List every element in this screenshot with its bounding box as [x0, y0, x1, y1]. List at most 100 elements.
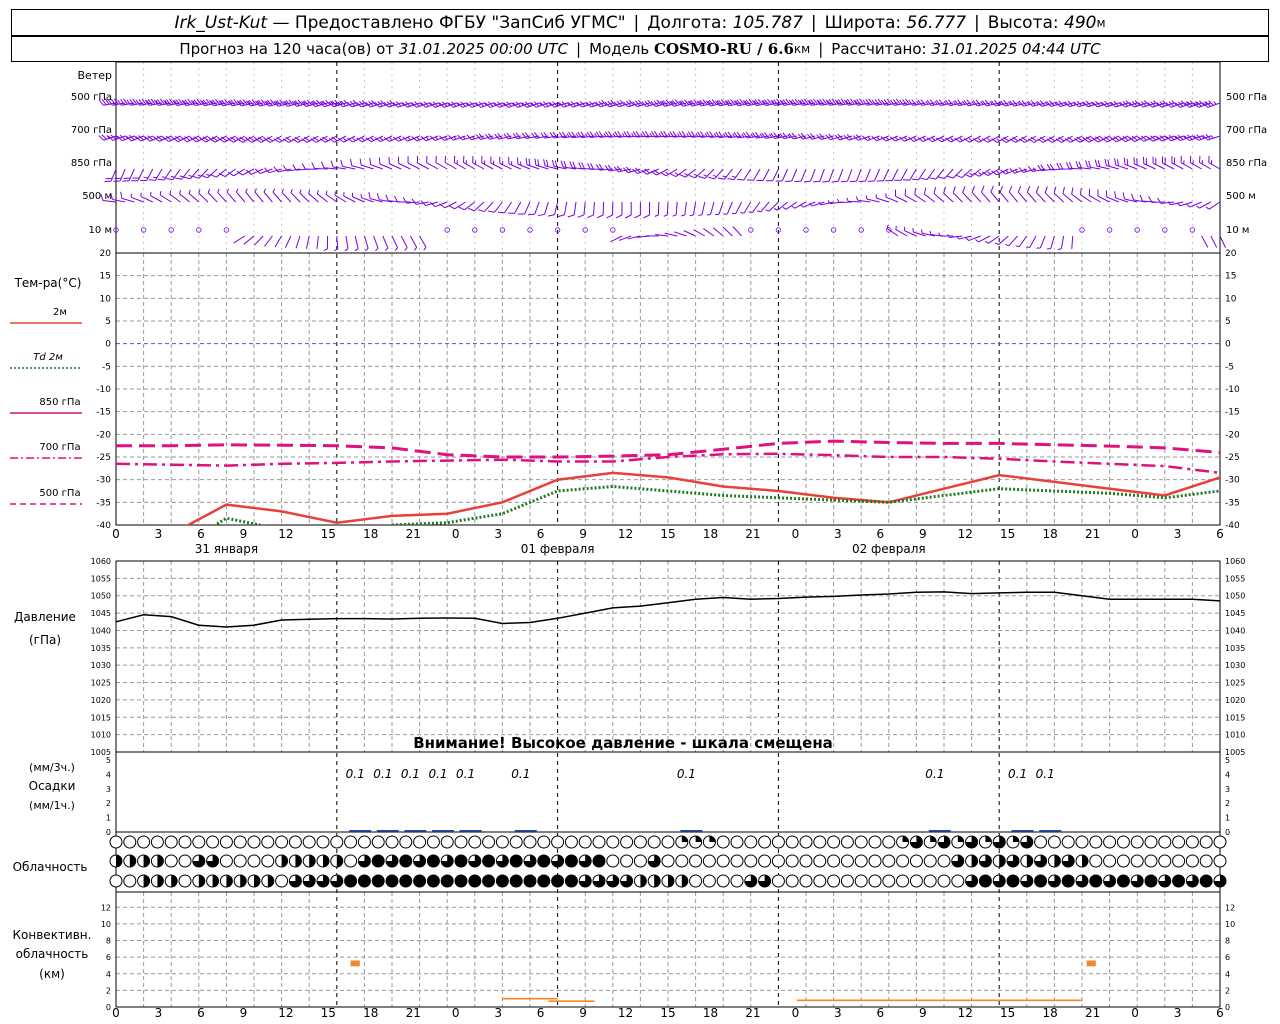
wind-barb-staff	[233, 235, 246, 244]
wind-barb	[1064, 100, 1083, 108]
precip-value-label: 0.1	[401, 767, 420, 781]
cloud-cover-symbol	[882, 854, 896, 868]
wind-barb-feather	[1114, 158, 1117, 166]
cloud-cover-symbol	[1158, 854, 1172, 868]
wind-barb-half	[756, 210, 761, 213]
cloud-cover-symbol	[1172, 835, 1186, 849]
wind-barb-staff	[188, 192, 200, 203]
precip-bar	[928, 830, 951, 832]
pressure-tick-left: 1045	[91, 609, 111, 618]
wind-barb-half	[1167, 201, 1171, 205]
wind-barb-staff	[1162, 162, 1175, 170]
wind-barb-half	[920, 229, 923, 234]
pressure-title: Давление	[14, 610, 76, 624]
cloud-cover-symbol	[592, 854, 606, 868]
wind-barb-half	[150, 191, 152, 196]
wind-barb	[150, 191, 163, 203]
wind-level-left: 700 гПа	[71, 125, 112, 136]
wind-barb	[320, 161, 337, 170]
wind-barb	[885, 193, 899, 203]
wind-barb-feather	[876, 180, 884, 182]
wind-barb	[975, 235, 991, 243]
hour-tick-label: 6	[876, 1006, 884, 1020]
wind-barb-staff	[573, 201, 577, 215]
wind-barb	[419, 235, 427, 251]
pressure-tick-left: 1015	[91, 713, 111, 722]
cloud-cover-symbol	[164, 835, 178, 849]
wind-barb-half	[681, 214, 686, 217]
hour-tick-label: 12	[958, 1006, 973, 1020]
precip-tick-right: 1	[1225, 814, 1230, 823]
wind-barb	[926, 99, 945, 106]
wind-barb-staff	[1219, 235, 1227, 248]
wind-barb	[797, 132, 816, 140]
legend-label: Td 2м	[33, 352, 63, 363]
hour-tick-label: 21	[1085, 1006, 1100, 1020]
wind-barb-staff	[391, 235, 399, 248]
wind-barb	[416, 156, 430, 170]
wind-barb	[116, 134, 135, 142]
wind-barb-half	[912, 228, 914, 232]
cloud-cover-symbol	[344, 854, 358, 868]
wind-barb-feather	[481, 156, 483, 163]
cloud-cover-symbols	[109, 835, 1227, 888]
wind-barb-staff	[146, 168, 154, 181]
hour-tick-label: 18	[703, 527, 718, 541]
hour-tick-label: 3	[1174, 1006, 1182, 1020]
cloud-cover-symbol	[109, 874, 123, 888]
wind-barb-half	[987, 138, 991, 142]
wind-barb	[994, 235, 1009, 246]
wind-barb-staff	[988, 235, 1000, 244]
wind-barb-feather	[527, 213, 535, 216]
wind-barb-staff	[1008, 235, 1018, 246]
pressure-tick-right: 1040	[1225, 626, 1245, 635]
wind-barb-staff	[856, 168, 862, 182]
wind-barb-half	[1205, 206, 1210, 210]
wind-barb-staff	[1035, 192, 1046, 203]
wind-barb-staff	[363, 235, 369, 249]
cloud-cover-symbol	[785, 835, 799, 849]
wind-barb-feather	[560, 160, 564, 168]
wind-barb	[1005, 235, 1018, 247]
wind-barb	[226, 188, 236, 203]
cloud-title: Облачность	[13, 860, 88, 874]
hour-tick-label: 0	[112, 1006, 120, 1020]
wind-barb	[964, 168, 982, 178]
wind-barb-staff	[882, 168, 890, 182]
precip-tick-left: 0	[106, 828, 111, 837]
cloud-cover-fill	[212, 875, 219, 887]
pressure-tick-left: 1030	[91, 661, 111, 670]
cloud-cover-symbol	[178, 835, 192, 849]
precip-value-label: 0.1	[1008, 767, 1027, 781]
wind-barb-feather	[911, 178, 919, 181]
cloud-cover-symbol	[482, 854, 496, 868]
wind-barb-half	[379, 137, 384, 141]
pressure-tick-right: 1050	[1225, 592, 1245, 601]
cloud-cover-symbol	[233, 835, 247, 849]
wind-barb	[383, 100, 402, 108]
hour-tick-label: 9	[240, 1006, 248, 1020]
temp-tick-right: 15	[1225, 272, 1236, 282]
wind-barb	[1018, 100, 1037, 107]
wind-barb-feather	[438, 135, 445, 141]
wind-barb-staff	[1029, 235, 1037, 248]
wind-barb	[567, 201, 577, 218]
pressure-tick-left: 1055	[91, 574, 111, 583]
wind-barb	[1138, 100, 1156, 108]
cloud-cover-symbol	[937, 854, 951, 868]
cloud-cover-symbol	[385, 835, 399, 849]
cloud-cover-symbol	[233, 854, 247, 868]
wind-barb-half	[715, 213, 720, 216]
wind-barb-staff	[701, 201, 706, 215]
cloud-cover-symbol	[371, 835, 385, 849]
cloud-cover-symbol	[716, 835, 730, 849]
temp-tick-left: -15	[96, 408, 111, 418]
wind-barb	[264, 235, 273, 247]
wind-level-right: 700 гПа	[1226, 125, 1267, 136]
wind-barb-staff	[245, 191, 255, 203]
wind-barb-feather	[1139, 194, 1144, 202]
cloud-cover-symbol	[744, 854, 758, 868]
cloud-cover-symbol	[896, 854, 910, 868]
wind-barb-staff	[733, 168, 743, 180]
wind-barb-feather	[301, 163, 306, 170]
